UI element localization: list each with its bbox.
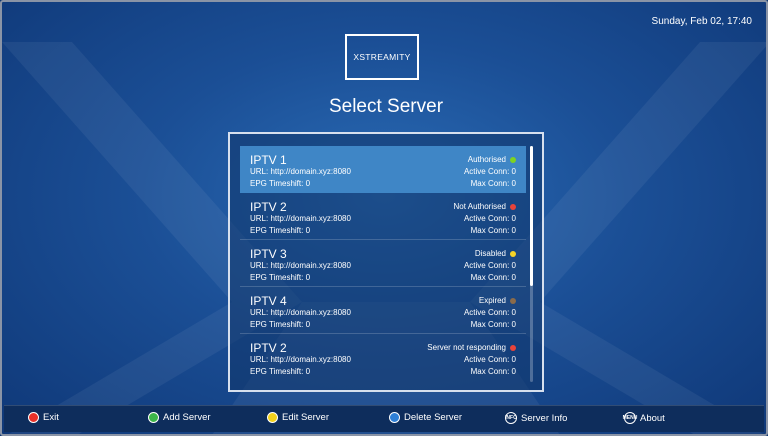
server-url: URL: http://domain.xyz:8080 [250, 308, 351, 317]
logo-text: XSTREAMITY [353, 52, 411, 62]
server-row[interactable]: IPTV 4 URL: http://domain.xyz:8080 EPG T… [240, 287, 526, 334]
green-button-icon [148, 412, 159, 423]
about-label: About [640, 412, 665, 424]
exit-label: Exit [43, 412, 59, 423]
server-url: URL: http://domain.xyz:8080 [250, 214, 351, 223]
status-dot-icon [510, 344, 516, 351]
server-url: URL: http://domain.xyz:8080 [250, 261, 351, 270]
server-epg: EPG Timeshift: 0 [250, 226, 311, 235]
scrollbar-thumb[interactable] [530, 146, 533, 286]
server-row[interactable]: IPTV 1 URL: http://domain.xyz:8080 EPG T… [240, 146, 526, 193]
server-name: IPTV 2 [250, 341, 287, 355]
server-name: IPTV 3 [250, 247, 287, 261]
server-name: IPTV 4 [250, 294, 287, 308]
server-epg: EPG Timeshift: 0 [250, 320, 311, 329]
server-row[interactable]: IPTV 3 URL: http://domain.xyz:8080 EPG T… [240, 240, 526, 287]
max-connections: Max Conn: 0 [470, 226, 516, 235]
server-list-panel: IPTV 1 URL: http://domain.xyz:8080 EPG T… [228, 132, 544, 392]
status-text: Server not responding [427, 343, 506, 352]
server-epg: EPG Timeshift: 0 [250, 179, 311, 188]
status-text: Authorised [467, 155, 506, 164]
app-window: Sunday, Feb 02, 17:40 XSTREAMITY Select … [0, 0, 768, 436]
clock: Sunday, Feb 02, 17:40 [651, 16, 752, 27]
red-button-icon [28, 412, 39, 423]
status-text: Expired [478, 296, 506, 305]
server-url: URL: http://domain.xyz:8080 [250, 355, 351, 364]
server-status: Server not responding [427, 343, 516, 352]
active-connections: Active Conn: 0 [463, 167, 516, 176]
server-epg: EPG Timeshift: 0 [250, 367, 311, 376]
server-epg: EPG Timeshift: 0 [250, 273, 311, 282]
max-connections: Max Conn: 0 [470, 320, 516, 329]
status-dot-icon [510, 250, 516, 257]
server-status: Authorised [468, 155, 516, 164]
status-text: Not Authorised [453, 202, 506, 211]
server-list: IPTV 1 URL: http://domain.xyz:8080 EPG T… [240, 146, 526, 381]
server-name: IPTV 1 [250, 153, 287, 167]
status-text: Disabled [474, 249, 506, 258]
server-status: Not Authorised [454, 202, 516, 211]
server-name: IPTV 2 [250, 200, 287, 214]
yellow-button-icon [267, 412, 278, 423]
scrollbar[interactable] [530, 146, 533, 382]
active-connections: Active Conn: 0 [463, 308, 516, 317]
app-logo: XSTREAMITY [345, 34, 419, 80]
max-connections: Max Conn: 0 [470, 179, 516, 188]
blue-button-icon [389, 412, 400, 423]
server-row[interactable]: IPTV 2 URL: http://domain.xyz:8080 EPG T… [240, 334, 526, 381]
active-connections: Active Conn: 0 [463, 355, 516, 364]
status-dot-icon [510, 156, 516, 163]
active-connections: Active Conn: 0 [463, 214, 516, 223]
add-server-button[interactable]: Add Server [148, 412, 211, 423]
server-info-button[interactable]: INFO Server Info [505, 412, 567, 424]
active-connections: Active Conn: 0 [463, 261, 516, 270]
menu-button-icon: MENU [623, 412, 637, 424]
max-connections: Max Conn: 0 [470, 273, 516, 282]
status-dot-icon [510, 203, 516, 210]
edit-server-label: Edit Server [282, 412, 329, 423]
server-url: URL: http://domain.xyz:8080 [250, 167, 351, 176]
max-connections: Max Conn: 0 [470, 367, 516, 376]
server-info-label: Server Info [521, 412, 568, 424]
server-status: Expired [479, 296, 516, 305]
add-server-label: Add Server [163, 412, 211, 423]
edit-server-button[interactable]: Edit Server [267, 412, 329, 423]
page-title: Select Server [328, 96, 444, 117]
delete-server-label: Delete Server [404, 412, 463, 423]
server-status: Disabled [475, 249, 516, 258]
server-row[interactable]: IPTV 2 URL: http://domain.xyz:8080 EPG T… [240, 193, 526, 240]
status-dot-icon [510, 297, 516, 304]
exit-button[interactable]: Exit [28, 412, 59, 423]
info-button-icon: INFO [505, 412, 517, 424]
about-button[interactable]: MENU About [623, 412, 665, 424]
delete-server-button[interactable]: Delete Server [389, 412, 462, 423]
footer-bar: Exit Add Server Edit Server Delete Serve… [4, 405, 764, 432]
